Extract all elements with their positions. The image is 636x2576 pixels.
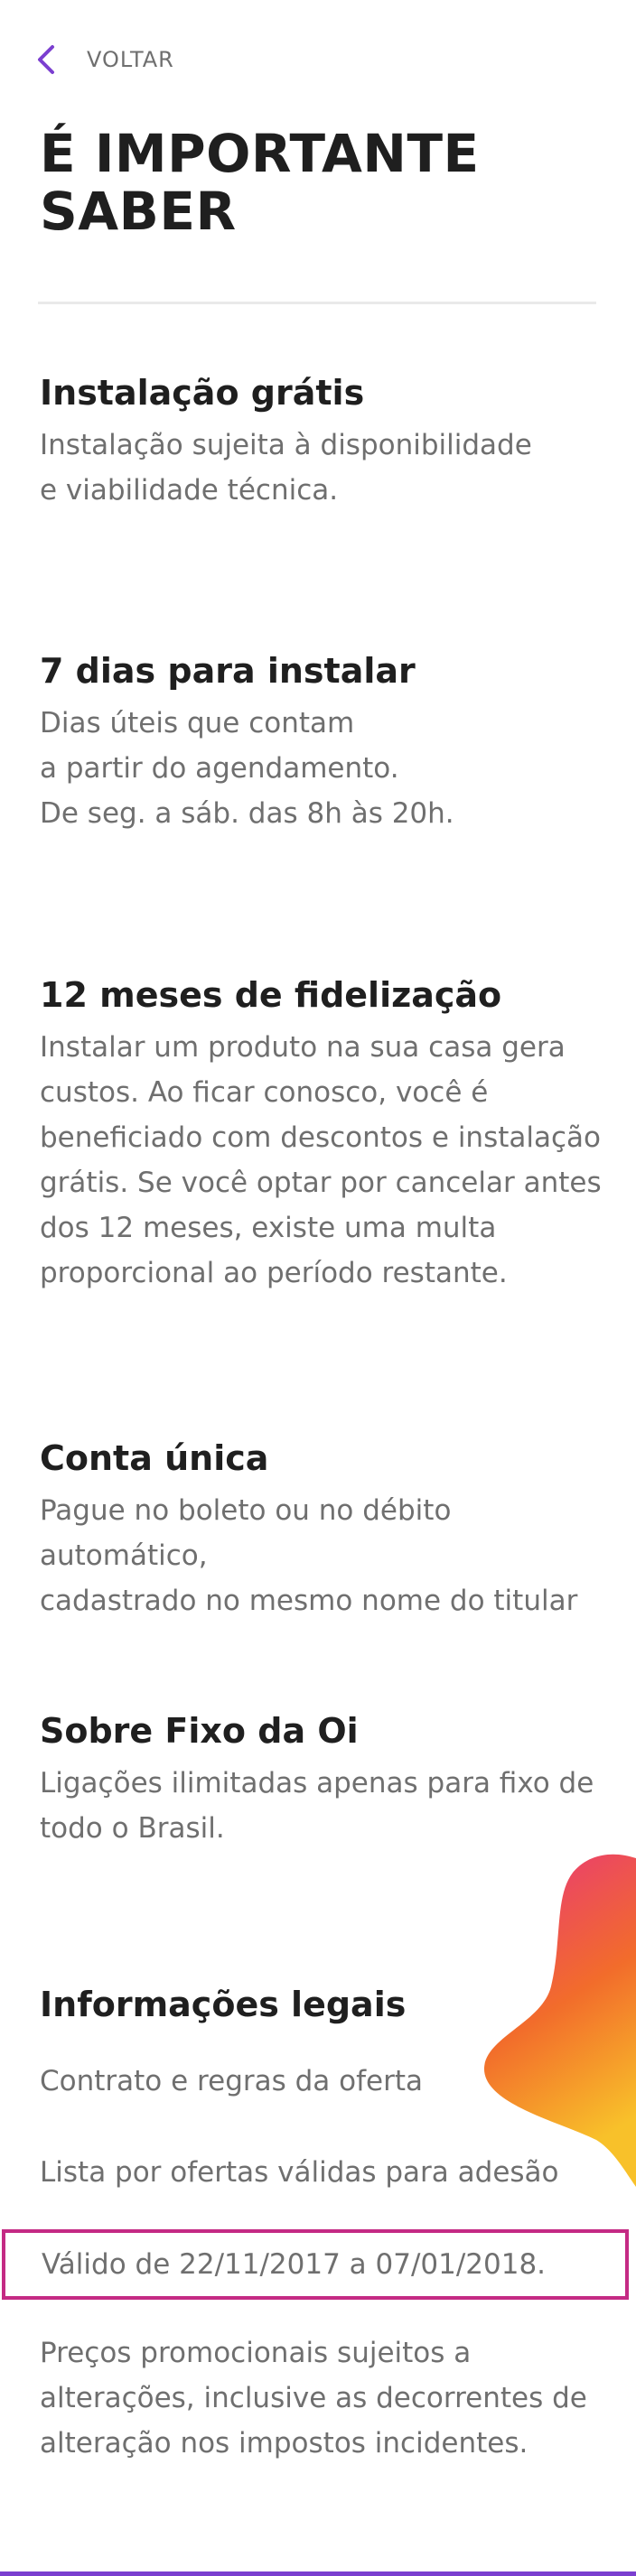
validity-highlight: Válido de 22/11/2017 a 07/01/2018. [2, 2229, 629, 2300]
section-body: Instalar um produto na sua casa gera cus… [40, 1031, 602, 1289]
section-body: Instalação sujeita à disponibilidade e v… [40, 429, 532, 507]
section-body: Pague no boleto ou no débito automático,… [40, 1494, 578, 1617]
contract-link[interactable]: Contrato e regras da oferta [40, 2059, 618, 2104]
section-fixo-oi: Sobre Fixo da Oi Ligações ilimitadas ape… [40, 1708, 618, 1851]
section-title: Informações legais [40, 1985, 407, 2024]
section-title: 7 dias para instalar [40, 651, 416, 691]
section-instalacao-gratis: Instalação grátis Instalação sujeita à d… [40, 370, 618, 513]
section-body: Ligações ilimitadas apenas para fixo de … [40, 1767, 594, 1845]
bottom-accent-bar [0, 2571, 636, 2576]
section-body: Dias úteis que contam a partir do agenda… [40, 707, 454, 830]
back-button[interactable]: VOLTAR [34, 42, 174, 78]
offers-list-link[interactable]: Lista por ofertas válidas para adesão [40, 2150, 618, 2195]
section-title: Conta única [40, 1438, 269, 1478]
section-title: 12 meses de fidelização [40, 975, 502, 1015]
section-title: Sobre Fixo da Oi [40, 1711, 359, 1751]
section-fidelizacao: 12 meses de fidelização Instalar um prod… [40, 972, 618, 1296]
page-title: É IMPORTANTE SABER [40, 123, 480, 242]
section-7-dias: 7 dias para instalar Dias úteis que cont… [40, 648, 618, 836]
divider [38, 302, 596, 304]
validity-text: Válido de 22/11/2017 a 07/01/2018. [42, 2248, 547, 2281]
section-title: Instalação grátis [40, 373, 365, 413]
section-informacoes-legais: Informações legais [40, 1982, 618, 2027]
section-conta-unica: Conta única Pague no boleto ou no débito… [40, 1436, 618, 1623]
chevron-left-icon [38, 45, 54, 74]
promo-note: Preços promocionais sujeitos a alteraçõe… [40, 2337, 587, 2460]
back-label: VOLTAR [87, 47, 174, 72]
